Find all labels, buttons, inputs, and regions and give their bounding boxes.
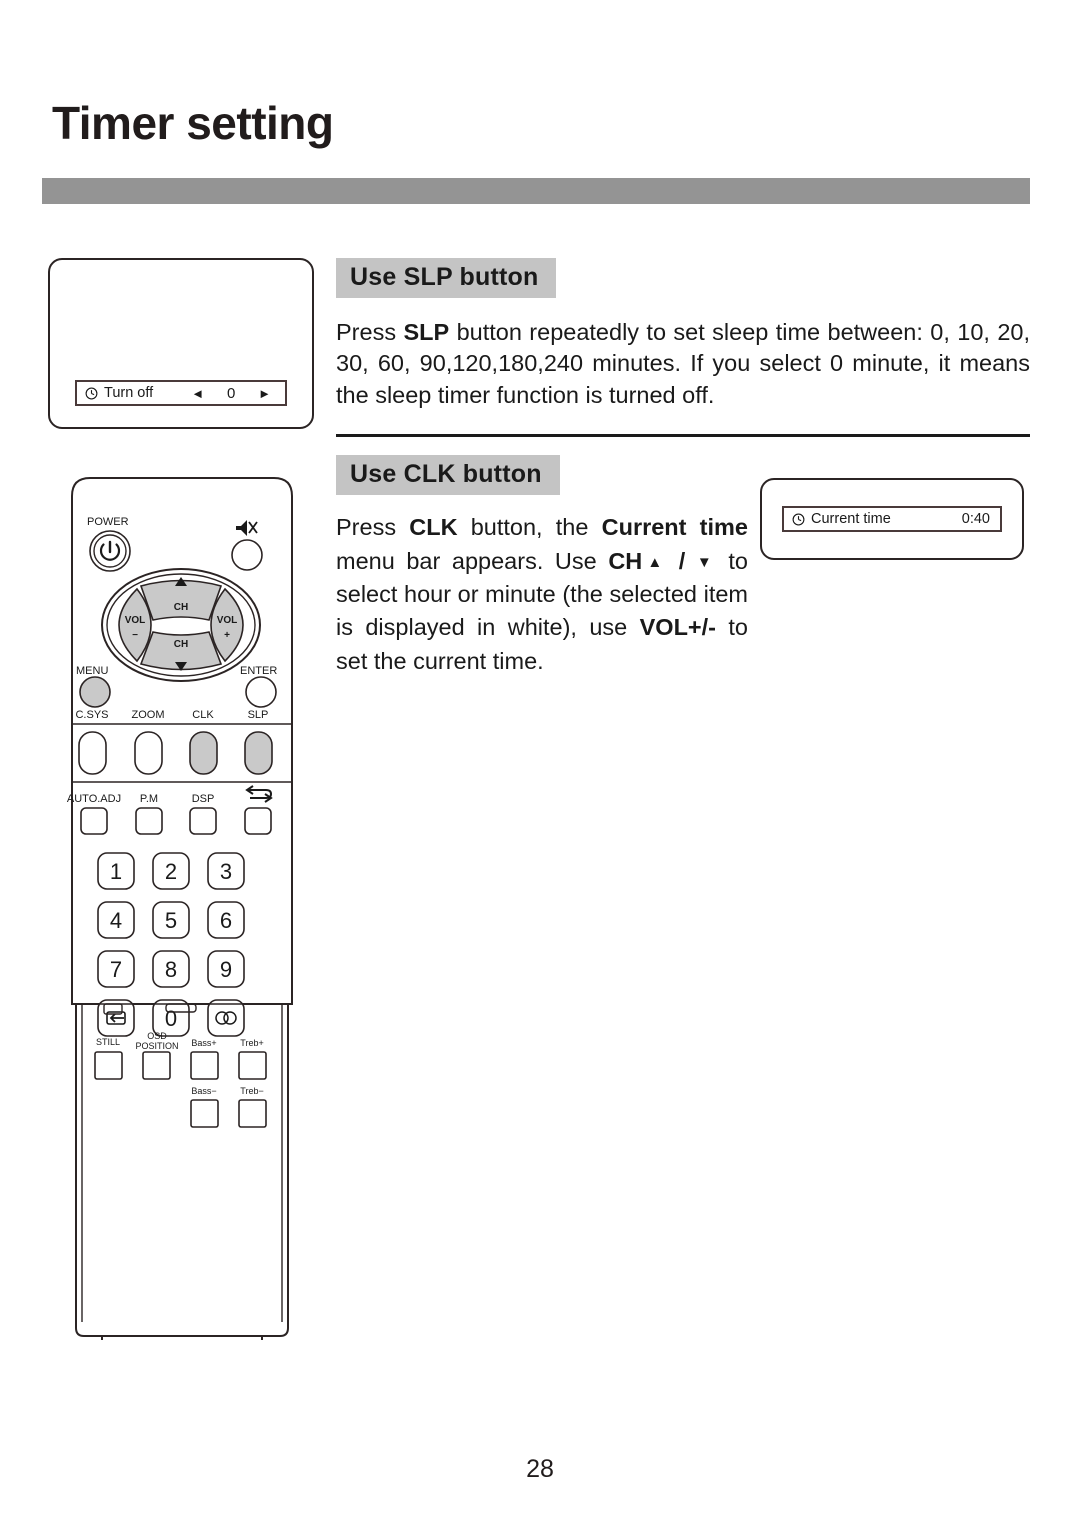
remote-zoom-label: ZOOM [132, 709, 165, 721]
vol-minus-label: VOL [125, 615, 146, 626]
clk-t3: menu bar appears. Use [336, 547, 609, 574]
key-7-label: 7 [110, 957, 122, 982]
menu-button [79, 676, 111, 708]
remote-slp-label: SLP [248, 709, 269, 721]
swap-button [244, 807, 272, 835]
clk-t2: button, the [457, 514, 602, 541]
clk-bold-volpm: VOL+/- [639, 614, 716, 641]
remote-menu-label: MENU [76, 665, 108, 677]
remote-bassplus-label: Bass+ [191, 1038, 216, 1048]
slp-bold-slp: SLP [403, 319, 450, 345]
clk-slash: / [667, 547, 697, 574]
clk-button [189, 731, 218, 775]
bass-minus-button [190, 1099, 219, 1128]
key-9-label: 9 [220, 957, 232, 982]
remote-control-illustration: .stroke { fill:none; stroke:#2b2424; str… [62, 470, 302, 1340]
vol-plus-sign: + [224, 630, 230, 641]
section-divider [336, 434, 1030, 438]
mute-button [231, 539, 263, 571]
turn-off-label-group: Turn off [77, 385, 153, 401]
key-8-label: 8 [165, 957, 177, 982]
remote-enter-label: ENTER [240, 665, 277, 677]
remote-clk-label: CLK [192, 709, 214, 721]
remote-osd-label: OSD [147, 1031, 167, 1041]
bass-plus-button [190, 1051, 219, 1080]
turn-off-right-arrow[interactable]: ► [258, 386, 271, 401]
title-gray-bar [42, 178, 1030, 204]
content-column: Use SLP button Press SLP button repeated… [336, 258, 1030, 702]
ch-up-button [139, 579, 223, 621]
clk-paragraph: Press CLK button, the Current time menu … [336, 511, 748, 678]
clk-t1: Press [336, 514, 410, 541]
enter-button [245, 676, 277, 708]
turn-off-left-arrow[interactable]: ◄ [191, 386, 204, 401]
ch-up-arrow-icon: ▲ [642, 553, 668, 571]
clk-bold-currenttime: Current time [601, 514, 748, 541]
key-6-label: 6 [220, 908, 232, 933]
remote-trebplus-label: Treb+ [240, 1038, 263, 1048]
dsp-button [189, 807, 217, 835]
remote-dsp-label: DSP [192, 793, 215, 805]
key-stereo [207, 999, 245, 1037]
still-button [94, 1051, 123, 1080]
slp-button [244, 731, 273, 775]
key-2-label: 2 [165, 859, 177, 884]
page-number: 28 [526, 1455, 554, 1483]
ch-down-label: CH [174, 639, 188, 650]
page-title: Timer setting [52, 97, 334, 149]
vol-minus-sign: − [132, 630, 138, 641]
key-5-label: 5 [165, 908, 177, 933]
remote-power-label: POWER [87, 516, 129, 528]
slp-paragraph: Press SLP button repeatedly to set sleep… [336, 317, 1030, 411]
turn-off-value: 0 [226, 384, 236, 402]
clk-section-body: Press CLK button, the Current time menu … [336, 495, 1030, 701]
slp-section-heading: Use SLP button [336, 258, 557, 298]
autoadj-button [80, 807, 108, 835]
remote-still-label: STILL [96, 1037, 120, 1047]
pm-button [135, 807, 163, 835]
treb-minus-button [238, 1099, 267, 1128]
clk-bold-clk: CLK [409, 514, 458, 541]
zoom-button [134, 731, 163, 775]
vol-plus-label: VOL [217, 615, 238, 626]
turn-off-menu-bar: Turn off ◄ 0 ► [75, 380, 287, 406]
clk-section-heading: Use CLK button [336, 455, 560, 496]
remote-pm-label: P.M [140, 793, 158, 805]
remote-autoadj-label: AUTO.ADJ [67, 793, 121, 805]
remote-bassminus-label: Bass− [191, 1086, 216, 1096]
treb-plus-button [238, 1051, 267, 1080]
turn-off-label: Turn off [104, 385, 154, 401]
key-3-label: 3 [220, 859, 232, 884]
clock-icon [85, 387, 98, 400]
csys-button [78, 731, 107, 775]
remote-trebminus-label: Treb− [240, 1086, 263, 1096]
remote-position-label: POSITION [135, 1041, 178, 1051]
key-4-label: 4 [110, 908, 122, 933]
key-1-label: 1 [110, 859, 122, 884]
slp-text-prefix: Press [336, 319, 404, 345]
turn-off-osd-screen: Turn off ◄ 0 ► [48, 258, 314, 429]
remote-csys-label: C.SYS [75, 709, 108, 721]
ch-down-arrow-icon: ▼ [696, 553, 717, 571]
clk-bold-ch: CH [608, 547, 643, 574]
ch-up-label: CH [174, 602, 188, 613]
osd-position-button [142, 1051, 171, 1080]
